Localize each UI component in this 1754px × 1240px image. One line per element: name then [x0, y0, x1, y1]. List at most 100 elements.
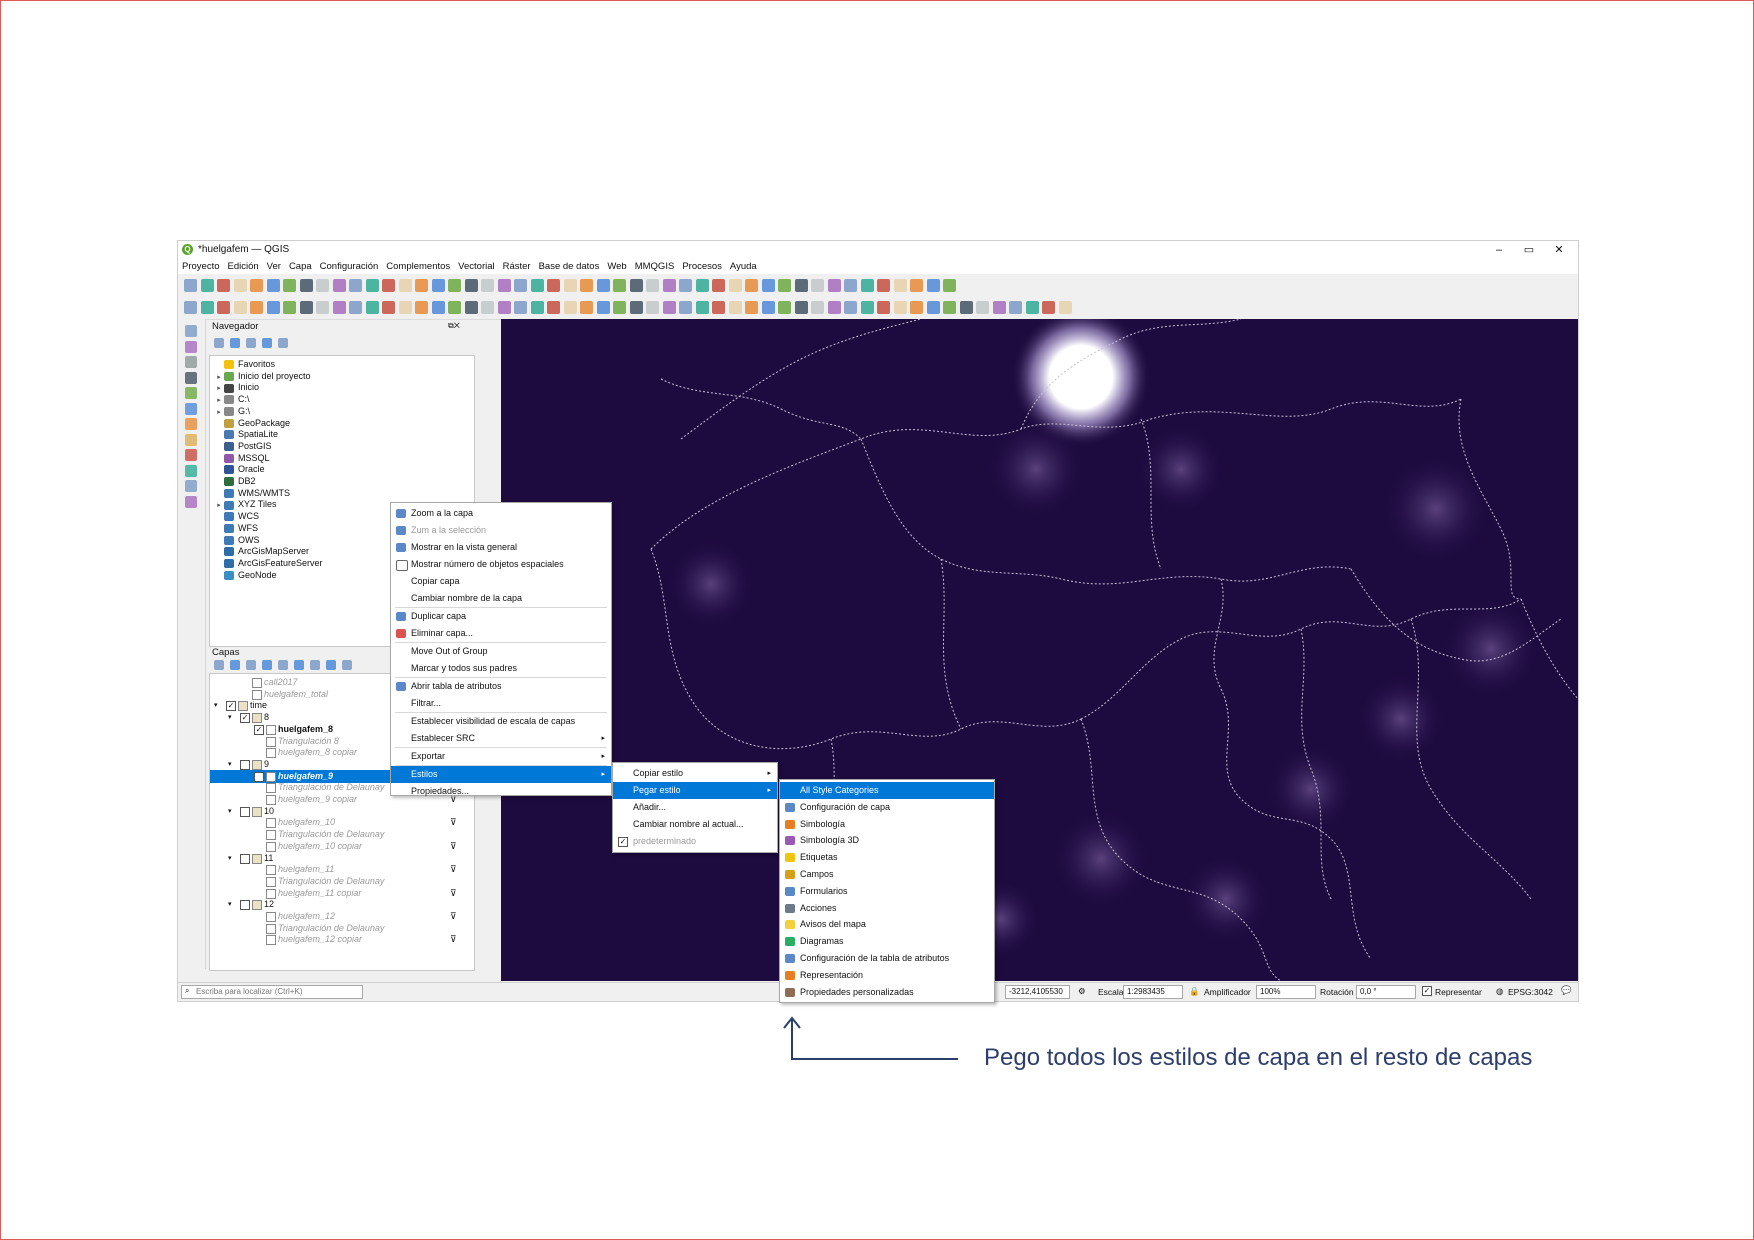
toolbar-button-icon[interactable]	[580, 301, 593, 314]
toolbar-button-icon[interactable]	[580, 279, 593, 292]
styles-menu-item[interactable]: Copiar estilo ▸	[613, 765, 777, 782]
context-menu-item[interactable]: Exportar ▸	[391, 748, 611, 765]
toolbar-button-icon[interactable]	[629, 301, 643, 314]
scale-field[interactable]: 1:2983435	[1123, 985, 1183, 999]
panel-tool-icon[interactable]	[246, 338, 256, 348]
toolbar-button-icon[interactable]	[547, 301, 560, 314]
panel-tool-icon[interactable]	[214, 338, 224, 348]
toolbar-button-icon[interactable]	[646, 279, 659, 292]
toolbar-button-icon[interactable]	[976, 301, 989, 314]
paste-menu-item[interactable]: Formularios	[780, 883, 994, 900]
toolbar-button-icon[interactable]	[992, 301, 1006, 314]
toolbar-button-icon[interactable]	[959, 301, 973, 314]
coordinate-field[interactable]: -3212,4105530	[1005, 985, 1070, 999]
toolbar-button-icon[interactable]	[1025, 301, 1039, 314]
toolbar-button-icon[interactable]	[613, 279, 626, 292]
crs-label[interactable]: EPSG:3042	[1508, 987, 1553, 997]
toolbar-button-icon[interactable]	[431, 301, 445, 314]
styles-menu-item[interactable]: Cambiar nombre al actual...	[613, 816, 777, 833]
toolbar-button-icon[interactable]	[1042, 301, 1055, 314]
panel-tool-icon[interactable]	[230, 660, 240, 670]
panel-tool-icon[interactable]	[230, 338, 240, 348]
toolbar-button-icon[interactable]	[679, 279, 692, 292]
toolbar-button-icon[interactable]	[778, 301, 791, 314]
toolbar-button-icon[interactable]	[893, 301, 907, 314]
toolbar-button-icon[interactable]	[860, 279, 874, 292]
context-menu-item[interactable]: Marcar y todos sus padres	[391, 660, 611, 677]
paste-menu-item[interactable]: Simbología 3D	[780, 832, 994, 849]
paste-menu-item[interactable]: Acciones	[780, 900, 994, 917]
styles-menu-item[interactable]: ✓ predeterminado	[613, 833, 777, 850]
context-menu-item[interactable]: Establecer SRC ▸	[391, 730, 611, 747]
paste-menu-item[interactable]: Configuración de capa	[780, 799, 994, 816]
context-menu-item[interactable]: Mostrar número de objetos espaciales	[391, 556, 611, 573]
toolbar-button-icon[interactable]	[877, 301, 890, 314]
layer-row[interactable]: huelgafem_12 copiar ⊽	[210, 933, 474, 946]
toolbar-button-icon[interactable]	[695, 279, 709, 292]
digitizing-tool-icon[interactable]	[185, 480, 197, 492]
navigator-item[interactable]: GeoNode	[214, 569, 277, 582]
magnifier-field[interactable]: 100%	[1256, 985, 1316, 999]
menu-2[interactable]: Ver	[263, 259, 285, 274]
toolbar-button-icon[interactable]	[332, 301, 346, 314]
toolbar-button-icon[interactable]	[349, 279, 362, 292]
toolbar-button-icon[interactable]	[200, 279, 214, 292]
toolbar-button-icon[interactable]	[596, 279, 610, 292]
toolbar-button-icon[interactable]	[712, 279, 725, 292]
toolbar-button-icon[interactable]	[860, 301, 874, 314]
context-menu-item[interactable]: Filtrar...	[391, 695, 611, 712]
toolbar-button-icon[interactable]	[283, 279, 296, 292]
toolbar-button-icon[interactable]	[662, 279, 676, 292]
toolbar-button-icon[interactable]	[728, 279, 742, 292]
minimize-button[interactable]: –	[1488, 243, 1510, 257]
digitizing-tool-icon[interactable]	[185, 371, 197, 384]
toolbar-button-icon[interactable]	[448, 301, 461, 314]
toolbar-button-icon[interactable]	[827, 279, 841, 292]
toolbar-button-icon[interactable]	[910, 301, 923, 314]
coordinate-toggle-icon[interactable]: ⚙	[1078, 986, 1086, 997]
paste-menu-item[interactable]: Campos	[780, 866, 994, 883]
paste-menu-item[interactable]: Configuración de la tabla de atributos	[780, 950, 994, 967]
digitizing-tool-icon[interactable]	[185, 402, 197, 415]
panel-tool-icon[interactable]	[262, 660, 272, 670]
menu-4[interactable]: Configuración	[316, 259, 383, 274]
toolbar-button-icon[interactable]	[761, 279, 775, 292]
toolbar-button-icon[interactable]	[349, 301, 362, 314]
toolbar-button-icon[interactable]	[365, 279, 379, 292]
toolbar-button-icon[interactable]	[448, 279, 461, 292]
toolbar-button-icon[interactable]	[431, 279, 445, 292]
toolbar-button-icon[interactable]	[283, 301, 296, 314]
menu-10[interactable]: MMQGIS	[631, 259, 679, 274]
toolbar-button-icon[interactable]	[184, 301, 197, 314]
menu-5[interactable]: Complementos	[382, 259, 454, 274]
toolbar-button-icon[interactable]	[827, 301, 841, 314]
context-menu-item[interactable]: Move Out of Group	[391, 643, 611, 660]
toolbar-button-icon[interactable]	[926, 279, 940, 292]
panel-tool-icon[interactable]	[278, 660, 288, 670]
layer-visibility-checkbox[interactable]	[254, 771, 264, 782]
toolbar-button-icon[interactable]	[1009, 301, 1022, 314]
menu-1[interactable]: Edición	[224, 259, 263, 274]
layer-visibility-checkbox[interactable]	[240, 853, 250, 864]
context-menu-item[interactable]: Estilos ▸	[391, 766, 611, 783]
maximize-button[interactable]: ▭	[1518, 243, 1540, 257]
panel-tool-icon[interactable]	[278, 338, 288, 348]
toolbar-button-icon[interactable]	[332, 279, 346, 292]
toolbar-button-icon[interactable]	[761, 301, 775, 314]
menu-9[interactable]: Web	[603, 259, 630, 274]
menu-6[interactable]: Vectorial	[454, 259, 498, 274]
panel-tool-icon[interactable]	[342, 660, 352, 670]
paste-menu-item[interactable]: All Style Categories	[780, 782, 994, 799]
context-menu-item[interactable]: Establecer visibilidad de escala de capa…	[391, 713, 611, 730]
toolbar-button-icon[interactable]	[497, 301, 511, 314]
toolbar-button-icon[interactable]	[299, 279, 313, 292]
digitizing-tool-icon[interactable]	[185, 433, 197, 446]
toolbar-button-icon[interactable]	[613, 301, 626, 314]
paste-menu-item[interactable]: Diagramas	[780, 933, 994, 950]
toolbar-button-icon[interactable]	[811, 279, 824, 292]
toolbar-button-icon[interactable]	[184, 279, 197, 292]
layer-visibility-checkbox[interactable]: ✓	[254, 724, 264, 735]
filter-icon[interactable]: ⊽	[450, 933, 457, 946]
layer-visibility-checkbox[interactable]: ✓	[226, 701, 236, 712]
context-menu-item[interactable]: Eliminar capa...	[391, 625, 611, 642]
